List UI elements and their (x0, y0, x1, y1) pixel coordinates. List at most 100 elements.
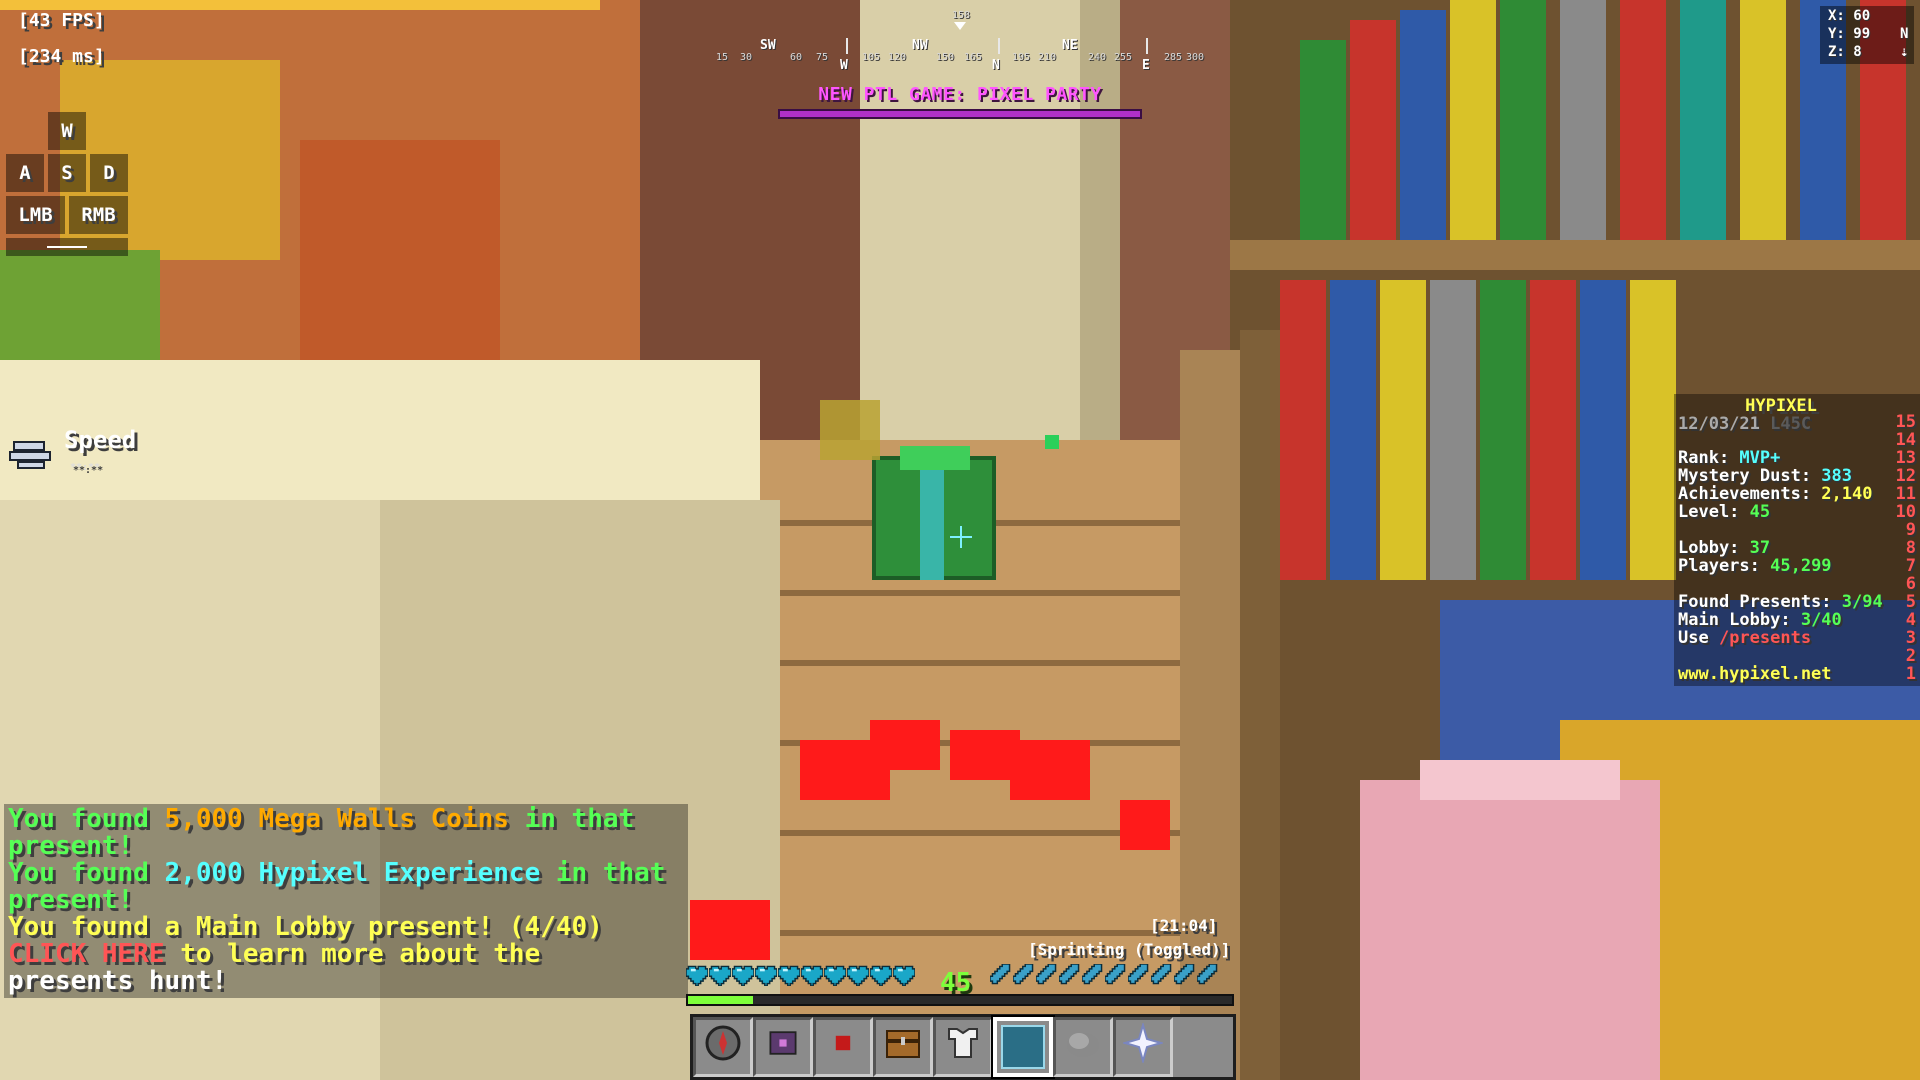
heart-icon (823, 964, 847, 987)
scoreboard-server: L45C (1770, 414, 1812, 434)
heart-icon (685, 964, 709, 987)
presents-command: /presents (1718, 628, 1812, 648)
coord-x: X: 60 (1828, 8, 1871, 24)
scoreboard-use-line: Use /presents (1678, 628, 1811, 648)
click-here-link[interactable]: CLICK HERE (8, 939, 165, 969)
heart-icon (869, 964, 893, 987)
boss-bar-progress (778, 109, 1142, 119)
key-s: S (48, 154, 86, 192)
hotbar-slot-3[interactable] (813, 1017, 873, 1077)
chat-text: in that (540, 858, 666, 888)
score-1: 1 (1905, 664, 1916, 684)
hunger-icon (1150, 963, 1173, 986)
hotbar-slot-2[interactable] (753, 1017, 813, 1077)
hunger-icon (1173, 963, 1196, 986)
score-7: 7 (1905, 556, 1916, 576)
scoreboard-dust-line: Mystery Dust: 383 (1678, 466, 1852, 486)
compass-dir-sw: SW (760, 38, 776, 53)
use-label: Use (1678, 628, 1719, 648)
compass-dir-n: N (992, 58, 1000, 73)
hunger-icon (1104, 963, 1127, 986)
lobby-label: Lobby: (1678, 538, 1750, 558)
chat-line-hunt: presents hunt! (8, 966, 228, 996)
main-lobby-value: 3/40 (1800, 610, 1842, 630)
achievements-value: 2,140 (1821, 484, 1873, 504)
compass-deg-210: 210 (1038, 52, 1057, 63)
hunger-bar (989, 963, 1230, 990)
scoreboard-sidebar: HYPIXEL 12/03/21 L45C Rank: MVP+ Mystery… (1674, 394, 1920, 686)
hotbar-slot-7[interactable] (1053, 1017, 1113, 1077)
heart-icon (731, 964, 755, 987)
hotbar-slot-1[interactable] (693, 1017, 753, 1077)
key-w: W (48, 112, 86, 150)
score-11: 11 (1895, 484, 1916, 504)
dust-label: Mystery Dust: (1678, 466, 1822, 486)
compass-deg-120: 120 (888, 52, 907, 63)
heart-icon (754, 964, 778, 987)
compass-deg-195: 195 (1012, 52, 1031, 63)
compass-deg-285: 285 (1164, 52, 1183, 63)
selected-empty-slot (1001, 1025, 1045, 1069)
hunger-icon (989, 963, 1012, 986)
health-bar (685, 964, 936, 990)
sprint-status: [Sprinting (Toggled)] (1028, 940, 1231, 959)
player-arm (1360, 780, 1660, 1080)
hotbar-slot-4[interactable] (873, 1017, 933, 1077)
coordinates-display: X: 60 Y: 99 Z: 8 N ⇣ (1820, 6, 1914, 64)
coord-y: Y: 99 (1828, 26, 1871, 42)
compass-dir-e: E (1142, 58, 1150, 73)
scoreboard-title: HYPIXEL (1745, 396, 1817, 416)
scoreboard-main-lobby-line: Main Lobby: 3/40 (1678, 610, 1842, 630)
heart-icon (892, 964, 916, 987)
effect-duration: **:** (70, 462, 101, 473)
main-lobby-label: Main Lobby: (1678, 610, 1801, 630)
chat-text: You found (8, 858, 165, 888)
compass-deg-165: 165 (964, 52, 983, 63)
heart-icon (800, 964, 824, 987)
hotbar-slot-8[interactable] (1113, 1017, 1173, 1077)
score-13: 13 (1895, 448, 1916, 468)
score-8: 8 (1905, 538, 1916, 558)
score-4: 4 (1905, 610, 1916, 630)
found-presents-label: Found Presents: (1678, 592, 1842, 612)
facing-arrow-icon: ⇣ (1900, 44, 1909, 60)
chest-icon (883, 1023, 923, 1071)
heart-icon (846, 964, 870, 987)
scoreboard-achievements-line: Achievements: 2,140 (1678, 484, 1872, 504)
score-3: 3 (1905, 628, 1916, 648)
game-clock: [21:04] (1150, 916, 1218, 935)
compass-bar: 158 15 30 SW 60 75 W 105 120 NW 150 165 … (712, 8, 1208, 76)
chat-text: You found (8, 804, 165, 834)
key-d: D (90, 154, 128, 192)
effect-name: Speed (64, 426, 137, 454)
ping-display: [234 ms] (18, 46, 105, 67)
nether-star-icon (1121, 1021, 1165, 1071)
compass-dir-w: W (840, 58, 848, 73)
chat-box: You found 5,000 Mega Walls Coins in that… (4, 804, 688, 998)
hotbar-slot-6[interactable] (993, 1017, 1053, 1077)
chat-text: to learn more about the (164, 939, 541, 969)
scoreboard-rank-line: Rank: MVP+ (1678, 448, 1780, 468)
chat-reward-exp: 2,000 Hypixel Experience (164, 858, 541, 888)
chat-text: in that (508, 804, 635, 834)
compass-icon (703, 1023, 743, 1071)
hunger-icon (1012, 963, 1035, 986)
compass-dir-ne: NE (1062, 38, 1078, 53)
score-5: 5 (1905, 592, 1916, 612)
key-rmb: RMB (69, 196, 128, 234)
players-value: 45,299 (1770, 556, 1832, 576)
fps-counter: [43 FPS] (18, 10, 105, 31)
lobby-value: 37 (1749, 538, 1771, 558)
chat-line-continuation: present! (8, 831, 134, 861)
hotbar-slot-5[interactable] (933, 1017, 993, 1077)
scoreboard-players-line: Players: 45,299 (1678, 556, 1832, 576)
coord-facing: N (1900, 26, 1909, 42)
chat-line-coins: You found 5,000 Mega Walls Coins in that (8, 804, 634, 834)
dust-value: 383 (1821, 466, 1853, 486)
score-6: 6 (1905, 574, 1916, 594)
hunger-icon (1081, 963, 1104, 986)
chat-reward-coins: 5,000 Mega Walls Coins (164, 804, 509, 834)
chat-line-experience: You found 2,000 Hypixel Experience in th… (8, 858, 665, 888)
scoreboard-lobby-line: Lobby: 37 (1678, 538, 1770, 558)
redstone-icon (825, 1025, 861, 1069)
